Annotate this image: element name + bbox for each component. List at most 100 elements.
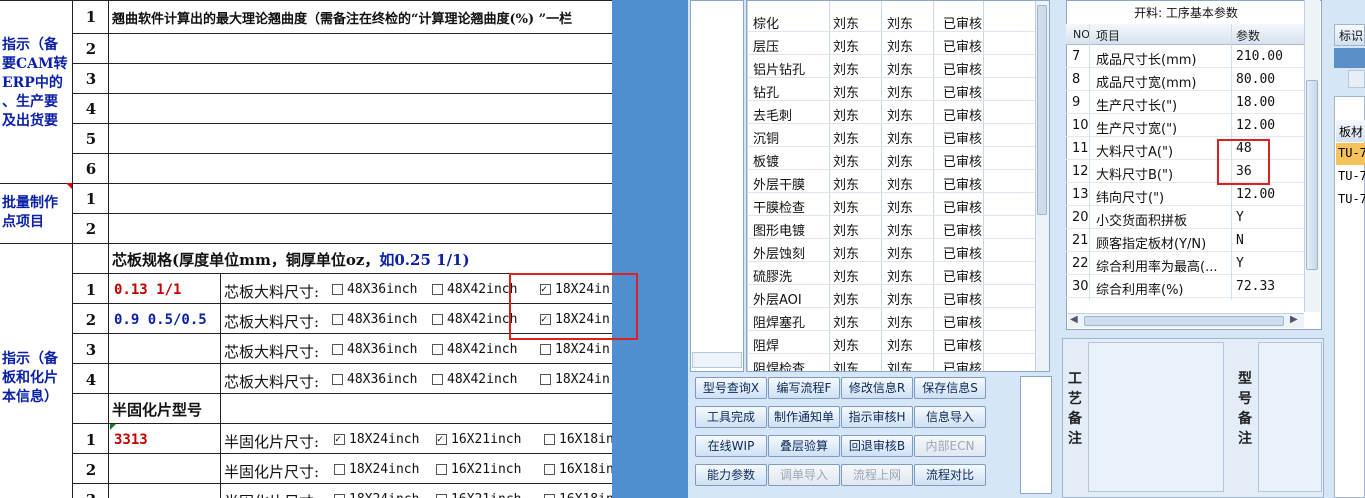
- core-size-option[interactable]: 48X36inch: [332, 372, 417, 387]
- checkbox[interactable]: [332, 284, 343, 295]
- checkbox[interactable]: [432, 374, 443, 385]
- list-item[interactable]: 去毛刺 刘东 刘东 已审核: [747, 101, 1035, 124]
- process-list[interactable]: 棕化 刘东 刘东 已审核 层压 刘东 刘东 已审核 铝片钻孔 刘东 刘东 已审核 钻孔 刘东 刘东 已审核 去毛…: [746, 0, 1050, 372]
- checkbox[interactable]: [334, 434, 345, 445]
- action-button[interactable]: 型号查询X: [695, 377, 767, 399]
- checkbox[interactable]: [544, 434, 555, 445]
- param-value[interactable]: 72.33: [1236, 279, 1275, 294]
- param-value[interactable]: 80.00: [1236, 72, 1275, 87]
- action-button[interactable]: 能力参数: [695, 464, 767, 486]
- checkbox[interactable]: [332, 374, 343, 385]
- core-size-option[interactable]: 48X42inch: [432, 342, 517, 357]
- action-button[interactable]: 工具完成: [695, 406, 767, 428]
- param-value[interactable]: 210.00: [1236, 49, 1283, 64]
- prepreg-size-option[interactable]: 18X24inch: [334, 432, 419, 447]
- action-button[interactable]: 修改信息R: [841, 377, 913, 399]
- list-item[interactable]: 层压 刘东 刘东 已审核: [747, 32, 1035, 55]
- param-vscroll-thumb[interactable]: [1306, 80, 1318, 270]
- param-hscroll-thumb[interactable]: [1084, 316, 1284, 326]
- action-button[interactable]: 回退审核B: [841, 435, 913, 457]
- list-item[interactable]: 铝片钻孔 刘东 刘东 已审核: [747, 55, 1035, 78]
- checkbox[interactable]: [334, 494, 345, 498]
- list-item[interactable]: 阻焊检查 刘东 刘东 已审核: [747, 354, 1035, 372]
- checkbox[interactable]: [332, 344, 343, 355]
- prepreg-size-option[interactable]: 16X21inch: [436, 462, 521, 477]
- list-item[interactable]: 硫膠洗 刘东 刘东 已审核: [747, 262, 1035, 285]
- action-button[interactable]: 保存信息S: [914, 377, 986, 399]
- checkbox[interactable]: [436, 464, 447, 475]
- highlight-large-material: [1217, 139, 1270, 185]
- action-button[interactable]: 信息导入: [914, 406, 986, 428]
- checkbox[interactable]: [436, 434, 447, 445]
- list-item[interactable]: 钻孔 刘东 刘东 已审核: [747, 78, 1035, 101]
- list-item[interactable]: 沉铜 刘东 刘东 已审核: [747, 124, 1035, 147]
- param-value[interactable]: Y: [1236, 210, 1244, 225]
- far-right-row[interactable]: TU-7: [1338, 192, 1365, 206]
- list-cell: 刘东: [833, 40, 860, 55]
- param-value[interactable]: 12.00: [1236, 187, 1275, 202]
- core-size-option[interactable]: 18X24in: [540, 372, 610, 387]
- far-right-row[interactable]: TU-7: [1338, 146, 1365, 160]
- checkbox[interactable]: [436, 494, 447, 498]
- checkbox[interactable]: [432, 344, 443, 355]
- far-right-scroll[interactable]: [1348, 70, 1365, 88]
- prepreg-size-option[interactable]: 18X24inch: [334, 492, 419, 498]
- list-item[interactable]: 阻焊 刘东 刘东 已审核: [747, 331, 1035, 354]
- action-button[interactable]: 流程对比: [914, 464, 986, 486]
- list-item[interactable]: 图形电镀 刘东 刘东 已审核: [747, 216, 1035, 239]
- action-button[interactable]: 流程上网: [841, 464, 913, 486]
- param-value[interactable]: N: [1236, 233, 1244, 248]
- checkbox[interactable]: [432, 284, 443, 295]
- checkbox[interactable]: [544, 494, 555, 498]
- core-size-label: 芯板大料尺寸:: [224, 373, 320, 391]
- core-size-option[interactable]: 48X42inch: [432, 282, 517, 297]
- far-right-tab[interactable]: 标识: [1334, 24, 1365, 46]
- checkbox[interactable]: [540, 374, 551, 385]
- list-item[interactable]: 棕化 刘东 刘东 已审核: [747, 9, 1035, 32]
- list-item[interactable]: 外层AOI 刘东 刘东 已审核: [747, 285, 1035, 308]
- prepreg-size-option[interactable]: 16X18in: [544, 492, 612, 498]
- param-hscroll-right-arrow[interactable]: ▶: [1290, 314, 1298, 325]
- core-size-option[interactable]: 48X36inch: [332, 282, 417, 297]
- core-size-option[interactable]: 48X36inch: [332, 312, 417, 327]
- param-hscroll-left-arrow[interactable]: ◀: [1070, 314, 1078, 325]
- list-item[interactable]: 板镀 刘东 刘东 已审核: [747, 147, 1035, 170]
- prepreg-size-option[interactable]: 18X24inch: [334, 462, 419, 477]
- param-value[interactable]: Y: [1236, 256, 1244, 271]
- list-item[interactable]: 阻焊塞孔 刘东 刘东 已审核: [747, 308, 1035, 331]
- param-value[interactable]: 12.00: [1236, 118, 1275, 133]
- model-note-input[interactable]: [1258, 342, 1322, 492]
- action-button[interactable]: 叠层验算: [768, 435, 840, 457]
- checkbox[interactable]: [544, 464, 555, 475]
- core-size-option[interactable]: 18X24in: [540, 342, 610, 357]
- prepreg-size-option[interactable]: 16X18in: [544, 432, 612, 447]
- left-scroll-pane[interactable]: [690, 0, 744, 372]
- left-scroll-hbar[interactable]: [692, 352, 742, 368]
- list-vscroll-thumb[interactable]: [1037, 5, 1047, 215]
- checkbox[interactable]: [432, 314, 443, 325]
- checkbox[interactable]: [540, 344, 551, 355]
- process-note-input[interactable]: [1088, 342, 1224, 492]
- param-value[interactable]: 18.00: [1236, 95, 1275, 110]
- core-size-option[interactable]: 48X42inch: [432, 372, 517, 387]
- action-button[interactable]: 制作通知单: [768, 406, 840, 428]
- action-button[interactable]: 编写流程F: [768, 377, 840, 399]
- checkbox[interactable]: [334, 464, 345, 475]
- action-button[interactable]: 指示审核H: [841, 406, 913, 428]
- param-item: 成品尺寸宽(mm): [1096, 76, 1197, 91]
- action-button[interactable]: 在线WIP: [695, 435, 767, 457]
- prepreg-size-option[interactable]: 16X21inch: [436, 492, 521, 498]
- remark-box[interactable]: [1020, 376, 1052, 494]
- core-size-option[interactable]: 48X42inch: [432, 312, 517, 327]
- prepreg-size-option[interactable]: 16X18in: [544, 462, 612, 477]
- checkbox[interactable]: [332, 314, 343, 325]
- far-right-row[interactable]: TU-7: [1338, 169, 1365, 183]
- core-size-option[interactable]: 48X36inch: [332, 342, 417, 357]
- list-item[interactable]: 外层蚀刻 刘东 刘东 已审核: [747, 239, 1035, 262]
- list-item[interactable]: 干膜检查 刘东 刘东 已审核: [747, 193, 1035, 216]
- action-button[interactable]: 调单导入: [768, 464, 840, 486]
- action-button[interactable]: 内部ECN: [914, 435, 986, 457]
- list-item[interactable]: 外层干膜 刘东 刘东 已审核: [747, 170, 1035, 193]
- list-cell: 已审核: [943, 362, 983, 372]
- prepreg-size-option[interactable]: 16X21inch: [436, 432, 521, 447]
